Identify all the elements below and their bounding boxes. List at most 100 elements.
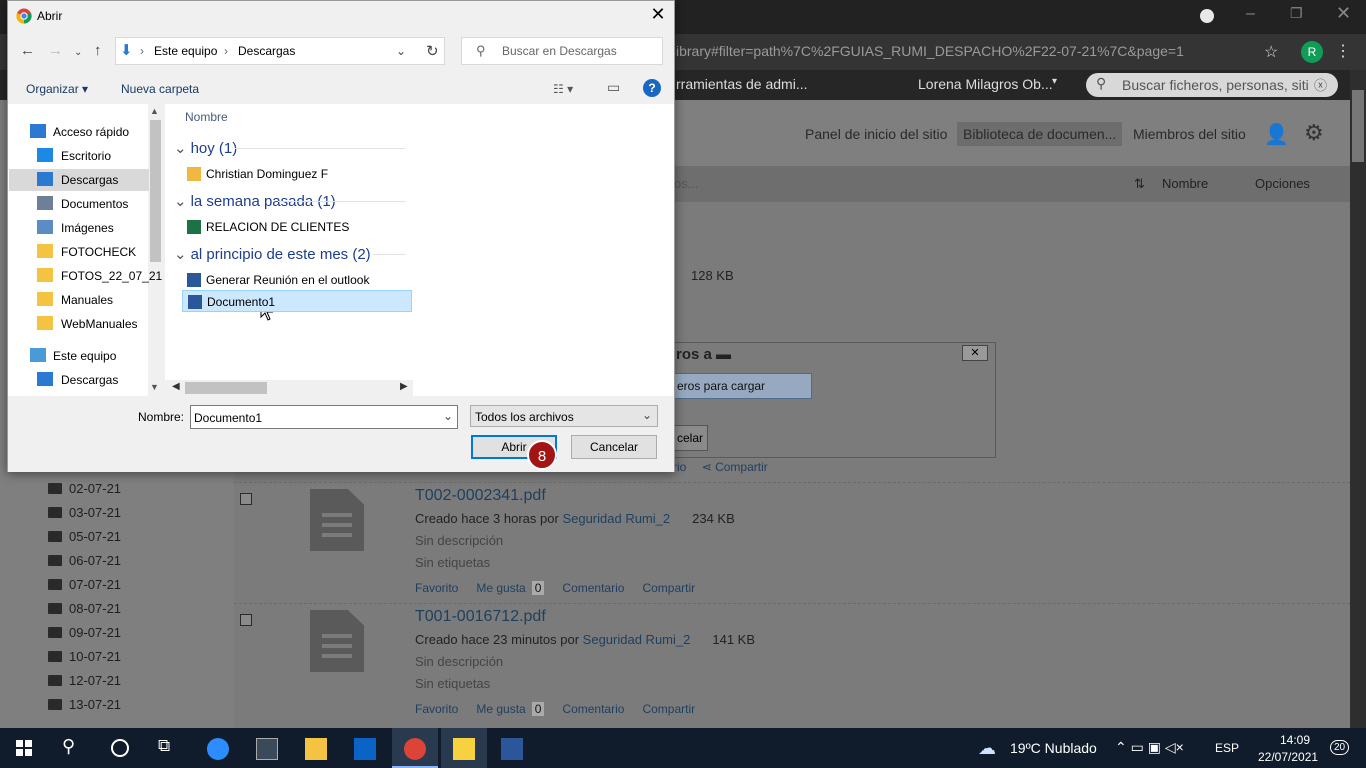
page-scroll-thumb[interactable] <box>1352 90 1364 162</box>
browser-menu-icon[interactable]: ⋮ <box>1335 41 1351 61</box>
add-user-icon[interactable]: 👤 <box>1264 122 1289 147</box>
admin-tools-link[interactable]: rramientas de admi... <box>676 76 808 92</box>
nav-item[interactable]: Imágenes <box>9 217 149 239</box>
list-item[interactable]: Generar Reunión en el outlook <box>182 269 412 291</box>
file-name-link[interactable]: T001-0016712.pdf <box>415 608 546 626</box>
breadcrumb-downloads[interactable]: Descargas <box>238 44 295 58</box>
folder-item[interactable]: 07-07-21 <box>48 577 121 599</box>
task-view-icon[interactable]: ⧉ <box>158 736 170 756</box>
address-bar[interactable]: ibrary#filter=path%7C%2FGUIAS_RUMI_DESPA… <box>676 43 1184 59</box>
folder-item[interactable]: 10-07-21 <box>48 649 121 671</box>
dialog-search[interactable]: ⚲ Buscar en Descargas <box>461 37 663 65</box>
chevron-down-icon[interactable]: ⌄ <box>443 409 453 423</box>
author-link[interactable]: Seguridad Rumi_2 <box>583 632 691 647</box>
nav-item[interactable]: Documentos <box>9 193 149 215</box>
page-scrollbar[interactable] <box>1350 70 1366 728</box>
search-input[interactable]: Buscar ficheros, personas, siti <box>1122 77 1309 93</box>
nav-item[interactable]: Acceso rápido <box>9 121 149 143</box>
window-close-icon[interactable]: ✕ <box>1336 3 1351 24</box>
comment-link[interactable]: Comentario <box>562 581 624 595</box>
folder-item[interactable]: 05-07-21 <box>48 529 121 551</box>
file-group-header[interactable]: ⌄ hoy (1) <box>174 139 237 157</box>
up-arrow-icon[interactable]: ↑ <box>94 42 102 59</box>
nav-item[interactable]: FOTOCHECK <box>9 241 149 263</box>
folder-item[interactable]: 13-07-21 <box>48 697 121 719</box>
options-dropdown[interactable]: Opciones <box>1255 176 1310 191</box>
clock-date[interactable]: 22/07/2021 <box>1258 750 1318 764</box>
organize-button[interactable]: Organizar ▾ <box>26 82 88 96</box>
folder-item[interactable]: 02-07-21 <box>48 481 121 503</box>
bookmark-star-icon[interactable]: ☆ <box>1264 42 1278 62</box>
file-name-link[interactable]: T002-0002341.pdf <box>415 487 546 505</box>
row-checkbox[interactable] <box>240 614 252 626</box>
filename-input[interactable]: Documento1 ⌄ <box>190 405 458 429</box>
scroll-left-icon[interactable]: ◀ <box>172 381 180 392</box>
folder-item[interactable]: 08-07-21 <box>48 601 121 623</box>
dialog-address-bar[interactable]: ⬇ › Este equipo › Descargas ⌄ <box>115 37 445 65</box>
file-explorer-icon[interactable] <box>305 738 327 760</box>
forward-arrow-icon[interactable]: → <box>48 42 63 59</box>
word-icon[interactable] <box>501 738 523 760</box>
zoom-app-icon[interactable] <box>207 738 229 760</box>
clock-time[interactable]: 14:09 <box>1265 733 1325 747</box>
nav-item[interactable]: Manuales <box>9 289 149 311</box>
nav-item[interactable]: FOTOS_22_07_21 <box>9 265 162 287</box>
upload-cancel-button[interactable]: celar <box>674 425 708 451</box>
new-folder-button[interactable]: Nueva carpeta <box>121 82 199 96</box>
view-options-icon[interactable]: ☷ ▾ <box>553 82 573 96</box>
column-header-name[interactable]: Nombre <box>185 110 228 124</box>
preview-pane-icon[interactable]: ▭ <box>607 79 620 96</box>
close-icon[interactable]: ✕ <box>962 345 988 361</box>
select-files-button[interactable]: eros para cargar <box>674 373 812 399</box>
share-link[interactable]: Compartir <box>642 581 695 595</box>
nav-item[interactable]: Descargas <box>9 169 149 191</box>
clear-search-icon[interactable]: ⓧ <box>1314 75 1327 94</box>
author-link[interactable]: Seguridad Rumi_2 <box>562 511 670 526</box>
system-tray-icons[interactable]: ⌃ ▭ ▣ ◁× <box>1115 739 1184 756</box>
file-group-header[interactable]: ⌄ al principio de este mes (2) <box>174 245 371 263</box>
favorite-link[interactable]: rio <box>673 460 686 474</box>
folder-item[interactable]: 09-07-21 <box>48 625 121 647</box>
nav-item[interactable]: Escritorio <box>9 145 149 167</box>
cortana-icon[interactable] <box>111 739 129 757</box>
favorite-link[interactable]: Favorito <box>415 702 458 716</box>
profile-avatar[interactable]: R <box>1301 41 1323 63</box>
outlook-icon[interactable] <box>354 738 376 760</box>
language-indicator[interactable]: ESP <box>1215 741 1239 755</box>
list-item[interactable]: RELACION DE CLIENTES <box>182 216 412 238</box>
gear-icon[interactable]: ⚙ <box>1304 120 1324 146</box>
list-item[interactable]: Christian Dominguez F <box>182 163 412 185</box>
refresh-icon[interactable]: ↻ <box>426 42 439 60</box>
file-type-select[interactable]: Todos los archivos ⌄ <box>470 405 658 427</box>
scroll-right-icon[interactable]: ▶ <box>400 381 408 392</box>
folder-item[interactable]: 06-07-21 <box>48 553 121 575</box>
favorite-link[interactable]: Favorito <box>415 581 458 595</box>
dialog-search-input[interactable]: Buscar en Descargas <box>502 44 617 58</box>
nav-item[interactable]: Descargas <box>9 369 149 391</box>
nav-site-members[interactable]: Miembros del sitio <box>1133 126 1246 142</box>
scroll-down-icon[interactable]: ▼ <box>150 382 159 392</box>
list-item[interactable]: Documento1 <box>182 290 412 312</box>
user-menu[interactable]: Lorena Milagros Ob... <box>918 76 1053 92</box>
nav-document-library[interactable]: Biblioteca de documen... <box>957 122 1123 146</box>
breadcrumb-this-pc[interactable]: Este equipo <box>154 44 217 58</box>
dialog-close-icon[interactable]: ✕ <box>645 4 671 26</box>
sticky-notes-icon[interactable] <box>453 738 475 760</box>
chevron-down-icon[interactable]: ⌄ <box>396 44 406 58</box>
folder-item[interactable]: 03-07-21 <box>48 505 121 527</box>
scroll-up-icon[interactable]: ▲ <box>150 106 159 116</box>
comment-link[interactable]: Comentario <box>562 702 624 716</box>
help-icon[interactable]: ? <box>643 79 661 97</box>
back-arrow-icon[interactable]: ← <box>20 42 35 59</box>
weather-text[interactable]: 19ºC Nublado <box>1010 740 1097 756</box>
nav-item[interactable]: Este equipo <box>9 345 149 367</box>
nav-scroll-thumb[interactable] <box>150 120 161 262</box>
like-link[interactable]: Me gusta <box>476 581 525 595</box>
restore-icon[interactable]: ❐ <box>1290 5 1303 22</box>
share-link[interactable]: Compartir <box>715 460 768 474</box>
row-checkbox[interactable] <box>240 493 252 505</box>
search-icon[interactable]: ⚲ <box>62 736 75 757</box>
cancel-button[interactable]: Cancelar <box>571 435 657 459</box>
profile-menu-icon[interactable] <box>1200 9 1214 23</box>
chrome-icon[interactable] <box>404 738 426 760</box>
